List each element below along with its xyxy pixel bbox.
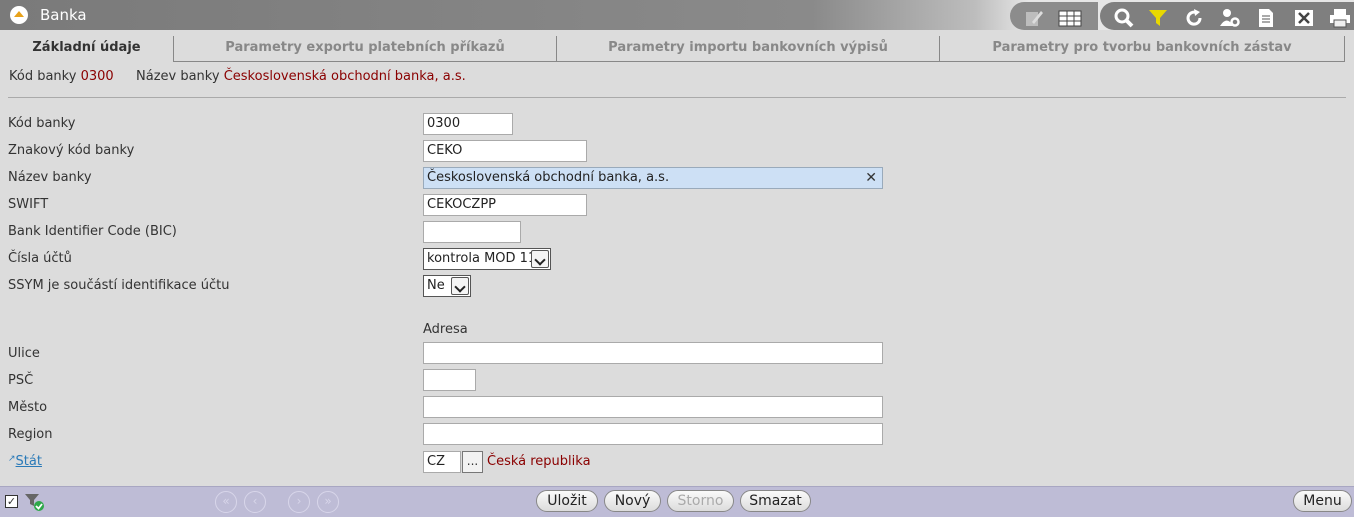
bank-name-label: Název banky — [8, 170, 92, 185]
account-numbers-select[interactable]: kontrola MOD 11 — [423, 248, 551, 270]
summary-bank-name: Název banky Československá obchodní bank… — [136, 69, 466, 84]
city-input[interactable] — [423, 396, 883, 418]
bic-label: Bank Identifier Code (BIC) — [8, 224, 177, 239]
tab-statement-import[interactable]: Parametry importu bankovních výpisů — [557, 36, 940, 62]
refresh-icon[interactable] — [1184, 8, 1204, 28]
ssym-value: Ne — [427, 278, 445, 293]
nav-prev-button[interactable]: ‹ — [244, 491, 266, 513]
account-numbers-value: kontrola MOD 11 — [427, 251, 537, 266]
tab-bank-pledges[interactable]: Parametry pro tvorbu bankovních zástav — [940, 36, 1345, 62]
toolbar-group-view — [1010, 2, 1098, 30]
cancel-button[interactable]: Storno — [667, 490, 734, 512]
bank-code-input[interactable]: 0300 — [423, 113, 513, 135]
zip-label: PSČ — [8, 373, 34, 388]
tab-payment-export[interactable]: Parametry exportu platebních příkazů — [174, 36, 557, 62]
title-bar: Banka — [0, 0, 1354, 30]
chevron-down-icon[interactable] — [451, 277, 469, 295]
ssym-label: SSYM je součástí identifikace účtu — [8, 278, 230, 293]
filter-active-icon[interactable] — [24, 491, 46, 513]
char-code-input[interactable]: CEKO — [423, 140, 587, 162]
country-browse-button[interactable]: ... — [462, 451, 483, 473]
chevron-down-icon[interactable] — [531, 250, 549, 268]
delete-button[interactable]: Smazat — [740, 490, 811, 512]
bic-input[interactable] — [423, 221, 521, 243]
street-label: Ulice — [8, 346, 40, 361]
zip-input[interactable] — [423, 369, 476, 391]
bank-name-input[interactable]: Československá obchodní banka, a.s. ✕ — [423, 167, 883, 189]
street-input[interactable] — [423, 342, 883, 364]
new-button[interactable]: Nový — [604, 490, 661, 512]
table-icon[interactable] — [1058, 8, 1082, 28]
print-icon[interactable] — [1328, 8, 1352, 28]
divider — [8, 97, 1346, 98]
excel-icon[interactable] — [1294, 8, 1314, 28]
clear-icon[interactable]: ✕ — [865, 168, 877, 188]
country-link[interactable]: ↗Stát — [8, 454, 42, 469]
tab-basic-info[interactable]: Základní údaje — [0, 36, 174, 62]
region-label: Region — [8, 427, 53, 442]
region-input[interactable] — [423, 423, 883, 445]
bank-name-value: Československá obchodní banka, a.s. — [427, 170, 670, 185]
address-section-title: Adresa — [423, 322, 468, 337]
summary-name-label: Název banky — [136, 69, 220, 84]
swift-input[interactable]: CEKOCZPP — [423, 194, 587, 216]
bottom-bar: ✓ « ‹ › » Uložit Nový Storno Smazat Menu — [0, 486, 1354, 517]
save-button[interactable]: Uložit — [536, 490, 598, 512]
country-code-input[interactable]: CZ — [423, 451, 461, 473]
summary-name-value: Československá obchodní banka, a.s. — [223, 69, 466, 84]
summary-bank-code: Kód banky 0300 — [9, 69, 114, 84]
user-settings-icon[interactable] — [1220, 8, 1240, 28]
document-icon[interactable] — [1256, 8, 1276, 28]
summary-code-value: 0300 — [80, 69, 114, 84]
search-icon[interactable] — [1114, 8, 1134, 28]
tab-bar: Základní údaje Parametry exportu platebn… — [0, 36, 1354, 62]
external-link-icon: ↗ — [8, 454, 16, 464]
app-logo-icon[interactable] — [10, 6, 28, 24]
window-title: Banka — [40, 6, 87, 24]
summary-code-label: Kód banky — [9, 69, 77, 84]
country-name: Česká republika — [487, 454, 591, 469]
nav-next-button[interactable]: › — [288, 491, 310, 513]
filter-icon[interactable] — [1148, 8, 1168, 28]
select-checkbox[interactable]: ✓ — [5, 495, 18, 508]
toolbar-group-actions — [1100, 2, 1354, 30]
city-label: Město — [8, 400, 48, 415]
nav-last-button[interactable]: » — [317, 491, 339, 513]
swift-label: SWIFT — [8, 197, 49, 212]
nav-first-button[interactable]: « — [215, 491, 237, 513]
ssym-select[interactable]: Ne — [423, 275, 471, 297]
edit-icon[interactable] — [1024, 8, 1044, 28]
country-label[interactable]: Stát — [16, 454, 42, 469]
account-numbers-label: Čísla účtů — [8, 251, 72, 266]
bank-code-label: Kód banky — [8, 116, 76, 131]
menu-button[interactable]: Menu — [1293, 490, 1352, 512]
char-code-label: Znakový kód banky — [8, 143, 135, 158]
